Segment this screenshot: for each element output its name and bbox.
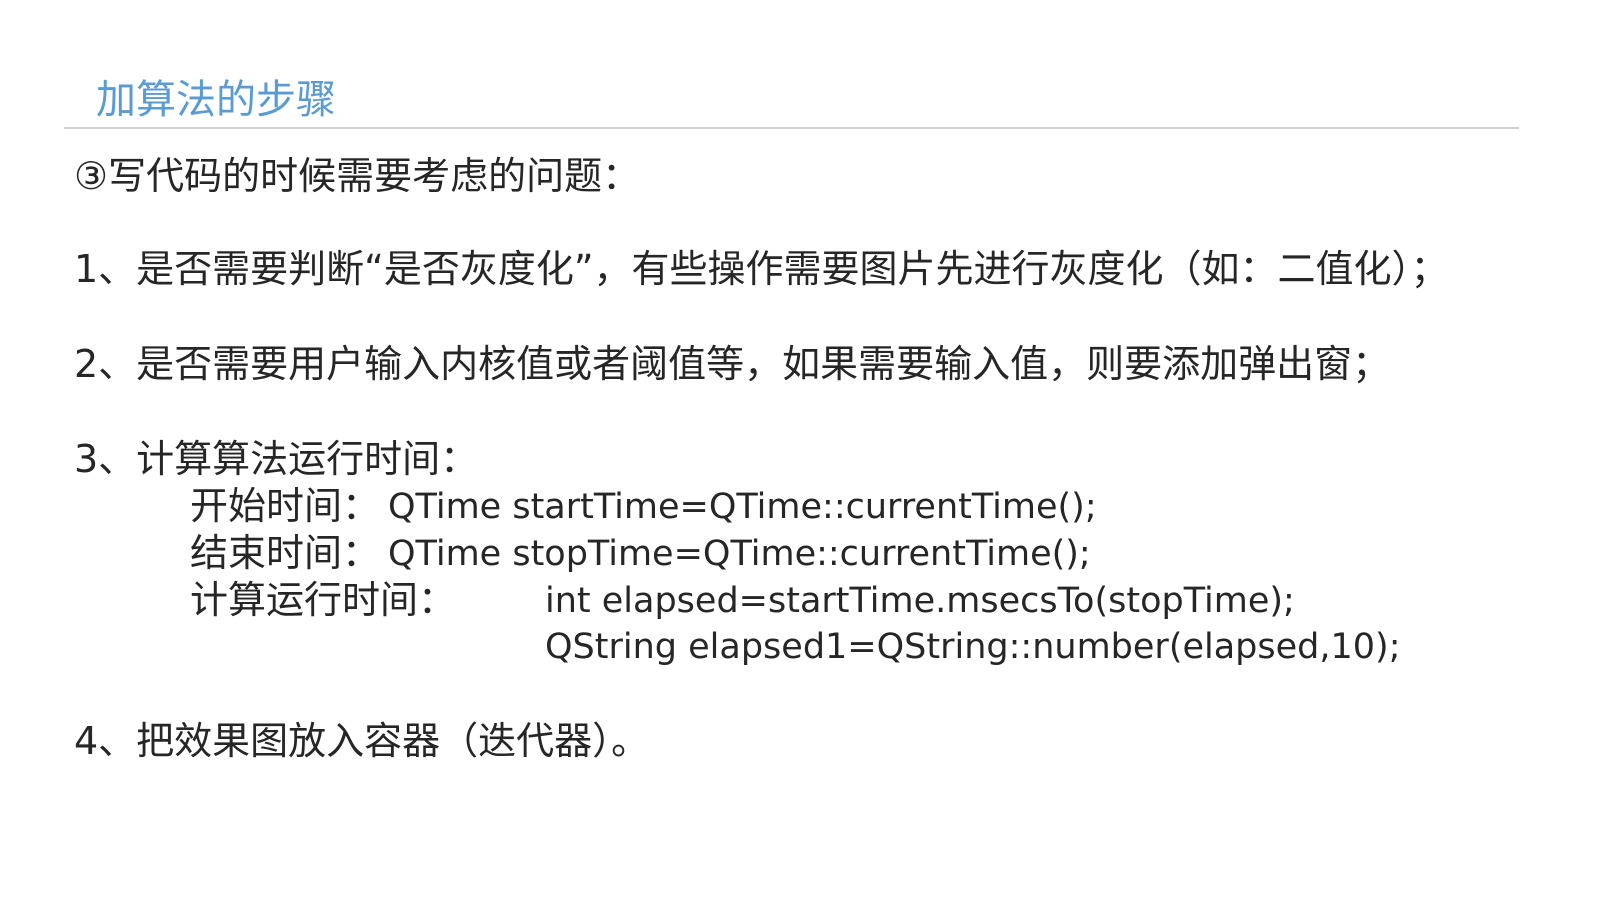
- stop-time-label: 结束时间：: [190, 531, 381, 575]
- elapsed-code-line-1: int elapsed=startTime.msecsTo(stopTime);: [545, 581, 1295, 621]
- slide-title: 加算法的步骤: [96, 77, 336, 123]
- start-time-label: 开始时间：: [190, 484, 381, 528]
- elapsed-code-line-2: QString elapsed1=QString::number(elapsed…: [545, 627, 1401, 667]
- list-item-2: 2、是否需要用户输入内核值或者阈值等，如果需要输入值，则要添加弹出窗；: [74, 342, 1391, 386]
- title-divider: [64, 127, 1519, 129]
- stop-time-code: QTime stopTime=QTime::currentTime();: [388, 534, 1091, 574]
- elapsed-time-label: 计算运行时间：: [190, 578, 457, 622]
- list-item-4: 4、把效果图放入容器（迭代器）。: [74, 719, 650, 763]
- start-time-code: QTime startTime=QTime::currentTime();: [388, 487, 1097, 527]
- list-item-1: 1、是否需要判断“是否灰度化”，有些操作需要图片先进行灰度化（如：二值化）；: [74, 247, 1449, 291]
- list-item-3: 3、计算算法运行时间：: [74, 437, 479, 481]
- section-subtitle: ③写代码的时候需要考虑的问题：: [74, 154, 641, 198]
